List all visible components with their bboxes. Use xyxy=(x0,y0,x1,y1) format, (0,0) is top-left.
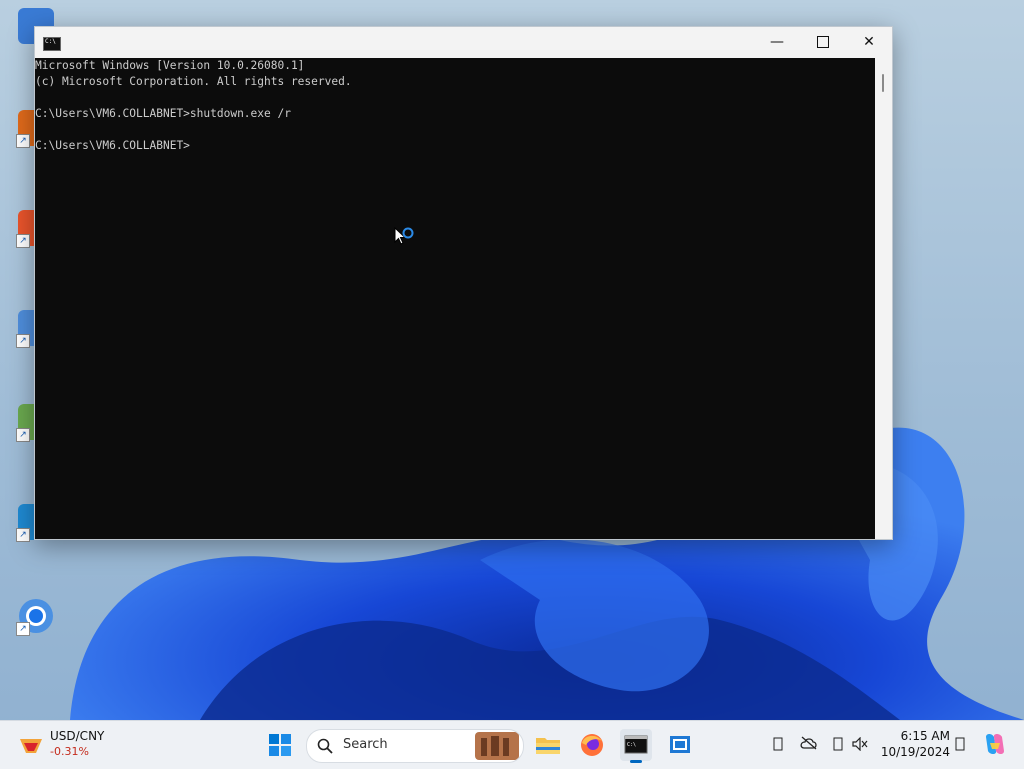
tray-icon[interactable] xyxy=(772,737,784,751)
notification-icon[interactable] xyxy=(954,737,966,751)
scrollbar-thumb[interactable] xyxy=(882,74,884,92)
busy-cursor-icon xyxy=(394,227,414,245)
widgets-button[interactable]: USD/CNY -0.31% xyxy=(14,727,124,763)
active-indicator xyxy=(630,760,642,763)
search-icon xyxy=(317,738,333,754)
widget-change: -0.31% xyxy=(50,745,89,758)
volume-muted-icon[interactable] xyxy=(852,737,868,751)
shortcut-arrow-icon: ↗ xyxy=(16,428,30,442)
close-button[interactable]: ✕ xyxy=(846,27,892,58)
maximize-icon xyxy=(817,36,829,48)
clock-time: 6:15 AM xyxy=(900,729,950,743)
copilot-icon[interactable] xyxy=(982,731,1008,757)
console-prompt[interactable]: C:\Users\VM6.COLLABNET> xyxy=(35,138,875,154)
search-highlight-image xyxy=(475,732,519,760)
maximize-button[interactable] xyxy=(800,27,846,58)
network-icon[interactable] xyxy=(832,737,844,751)
start-button[interactable] xyxy=(264,729,296,761)
shortcut-arrow-icon: ↗ xyxy=(16,528,30,542)
virtual-machine-button[interactable] xyxy=(664,729,696,761)
shortcut-arrow-icon: ↗ xyxy=(16,134,30,148)
widget-title: USD/CNY xyxy=(50,729,105,743)
system-clock[interactable]: 6:15 AM 10/19/2024 xyxy=(880,728,950,760)
shortcut-arrow-icon: ↗ xyxy=(16,334,30,348)
search-box[interactable]: Search xyxy=(306,729,524,763)
command-prompt-icon: C:\ xyxy=(624,735,648,754)
console-line: C:\Users\VM6.COLLABNET>shutdown.exe /r xyxy=(35,107,291,120)
console-line: Microsoft Windows [Version 10.0.26080.1] xyxy=(35,59,305,72)
firefox-button[interactable] xyxy=(576,729,608,761)
title-bar[interactable]: — ✕ xyxy=(35,27,892,58)
shortcut-arrow-icon: ↗ xyxy=(16,234,30,248)
desktop-icon-chrome[interactable]: ↗ xyxy=(8,598,66,668)
console-line: (c) Microsoft Corporation. All rights re… xyxy=(35,75,352,88)
command-prompt-taskbar-button[interactable]: C:\ xyxy=(620,729,652,763)
shortcut-arrow-icon: ↗ xyxy=(16,622,30,636)
clock-date: 10/19/2024 xyxy=(880,745,950,759)
svg-text:C:\: C:\ xyxy=(627,742,636,748)
rendering-artifacts xyxy=(466,690,1022,718)
command-prompt-icon xyxy=(43,37,61,51)
minimize-button[interactable]: — xyxy=(754,27,800,58)
currency-widget-icon xyxy=(20,739,42,753)
file-explorer-button[interactable] xyxy=(532,729,564,761)
vertical-scrollbar[interactable] xyxy=(875,58,892,539)
taskbar: USD/CNY -0.31% Search C:\ 6:15 AM 10/19/… xyxy=(0,720,1024,769)
search-label: Search xyxy=(343,737,388,752)
console-output[interactable]: Microsoft Windows [Version 10.0.26080.1]… xyxy=(35,58,875,539)
command-prompt-window[interactable]: — ✕ Microsoft Windows [Version 10.0.2608… xyxy=(34,26,893,540)
onedrive-offline-icon[interactable] xyxy=(800,736,818,750)
